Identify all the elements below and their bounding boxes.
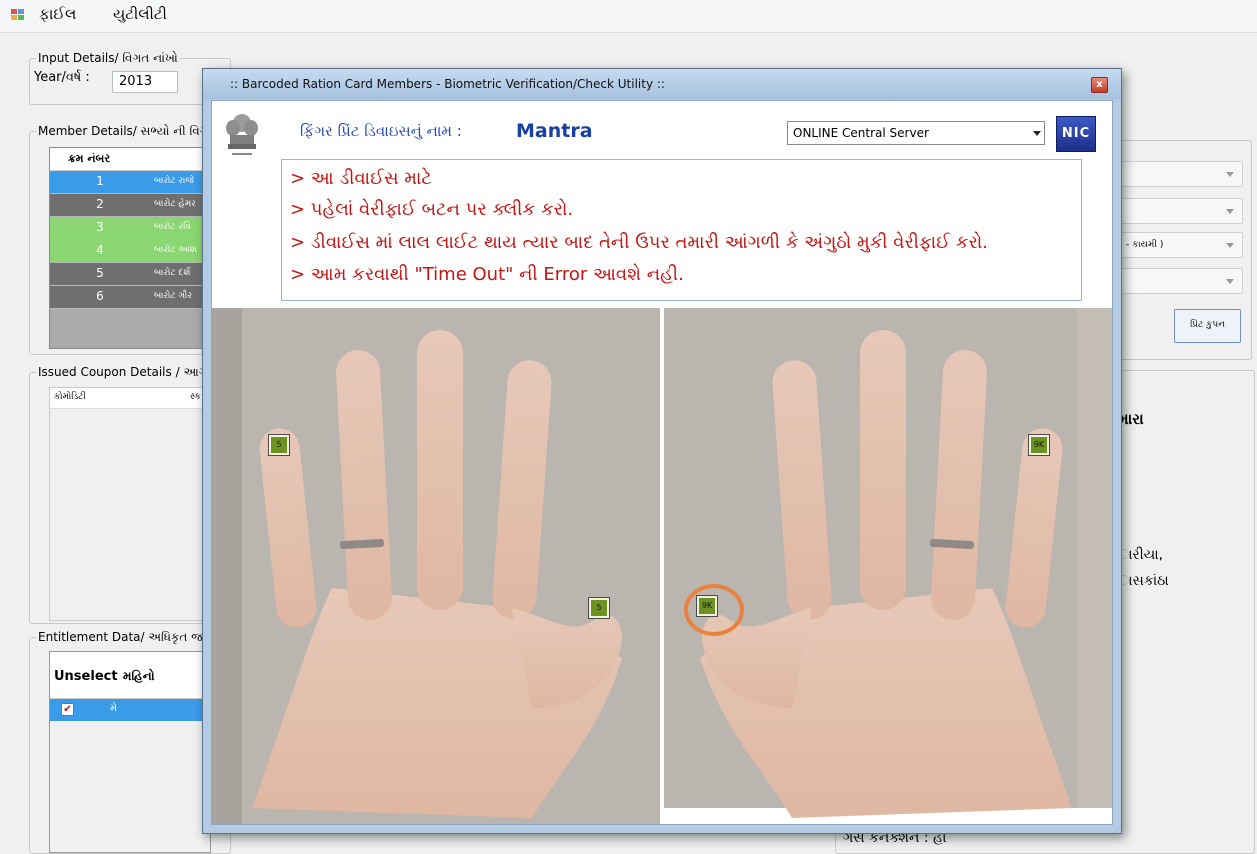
- member-serial: 5: [96, 266, 104, 280]
- serial-column-header[interactable]: ક્રમ નંબર: [68, 152, 110, 166]
- instruction-line-1: > આ ડીવાઈસ માટે: [290, 168, 432, 189]
- coupon-column-header[interactable]: સ્ક: [190, 392, 201, 402]
- unselect-column-header[interactable]: Unselect: [54, 669, 118, 684]
- instruction-line-2: > પહેલાં વેરીફાઈ બટન પર ક્લીક કરો.: [290, 199, 574, 220]
- dialog-title: :: Barcoded Ration Card Members - Biomet…: [230, 77, 665, 91]
- member-grid-header: ક્રમ નંબર: [50, 148, 210, 171]
- entitlement-row[interactable]: ✔ મે: [50, 699, 210, 721]
- hands-image: 5 5 9K 9K: [212, 308, 1112, 824]
- close-icon[interactable]: x: [1091, 77, 1108, 93]
- member-name: બારોટ રવિ: [154, 222, 191, 232]
- member-serial: 4: [96, 243, 104, 257]
- commodity-column-header[interactable]: કોમોડિટી: [54, 392, 86, 402]
- chevron-down-icon: [1226, 209, 1234, 214]
- member-name: બારોટ હેમર: [154, 199, 196, 209]
- filter-combo-3[interactable]: - કાયમી ): [1105, 232, 1243, 258]
- member-name: બારોટ રાજે: [154, 176, 194, 186]
- chevron-down-icon: [1226, 279, 1234, 284]
- device-label: ફિંગર પ્રિંટ ડિવાઇસનું નામ :: [300, 122, 462, 140]
- entitlement-month: મે: [110, 703, 118, 714]
- month-column-header[interactable]: મહિનો: [123, 669, 155, 684]
- filter-combo-2[interactable]: [1105, 198, 1243, 224]
- member-row[interactable]: 5 બારોટ દર્શ: [50, 263, 210, 286]
- entitlement-title: Entitlement Data/ અધિકૃત જથ્થા: [36, 630, 223, 645]
- dialog-client: ફિંગર પ્રિંટ ડિવાઇસનું નામ : Mantra ONLI…: [211, 100, 1113, 825]
- server-select-value: ONLINE Central Server: [793, 126, 929, 140]
- member-serial: 6: [96, 289, 104, 303]
- menu-bar: ફાઈલ યુટીલીટી: [0, 0, 1257, 33]
- year-field[interactable]: 2013: [112, 71, 178, 93]
- instruction-line-3: > ડીવાઈસ માં લાલ લાઈટ થાય ત્યાર બાદ તેની…: [290, 232, 989, 253]
- member-row[interactable]: 2 બારોટ હેમર: [50, 194, 210, 217]
- left-thumb-button[interactable]: 5: [588, 597, 610, 619]
- member-serial: 3: [96, 220, 104, 234]
- left-little-finger-button[interactable]: 5: [268, 434, 290, 456]
- member-row[interactable]: 3 બારોટ રવિ: [50, 217, 210, 240]
- right-little-finger-button[interactable]: 9K: [1028, 434, 1050, 456]
- member-row[interactable]: 1 બારોટ રાજે: [50, 171, 210, 194]
- filter-combo-1[interactable]: [1105, 161, 1243, 187]
- member-rows: 1 બારોટ રાજે 2 બારોટ હેમર 3 બારોટ રવિ 4 બારોટ આ…: [50, 171, 210, 309]
- instructions-box: > આ ડીવાઈસ માટે > પહેલાં વેરીફાઈ બટન પર …: [281, 159, 1082, 301]
- entitlement-grid-header: Unselect મહિનો: [50, 652, 210, 699]
- member-name: બારોટ દર્શ: [154, 268, 191, 278]
- entitlement-grid: Unselect મહિનો ✔ મે: [49, 651, 211, 853]
- input-details-title: Input Details/ વિગત નાંખો: [36, 51, 180, 66]
- menu-file[interactable]: ફાઈલ: [39, 5, 76, 23]
- address-line-1: ારીયા,: [1118, 547, 1164, 563]
- instruction-line-4: > આમ કરવાથી "Time Out" ની Error આવશે નહી…: [290, 264, 684, 285]
- coupon-list: કોમોડિટી સ્ક: [49, 387, 211, 621]
- hands-illustration: [212, 308, 1112, 824]
- chevron-down-icon: [1226, 172, 1234, 177]
- highlight-circle: [684, 584, 744, 636]
- nic-logo: NIC: [1056, 116, 1096, 152]
- member-serial: 2: [96, 197, 104, 211]
- member-name: બારોટ આશ: [154, 245, 197, 255]
- print-coupon-button[interactable]: પ્રિંટ કુપન: [1174, 309, 1241, 343]
- member-details-title: Member Details/ સભ્યો ની વિગત: [36, 124, 219, 139]
- member-row[interactable]: 6 બારોટ ગૌર: [50, 286, 210, 309]
- member-name: બારોટ ગૌર: [154, 291, 192, 301]
- year-label: Year/વર્ષ :: [34, 70, 90, 85]
- issued-coupon-title: Issued Coupon Details / આગા: [36, 365, 213, 380]
- member-serial: 1: [96, 174, 104, 188]
- dialog-titlebar[interactable]: :: Barcoded Ration Card Members - Biomet…: [203, 69, 1121, 99]
- filter-combo-4[interactable]: [1105, 268, 1243, 294]
- member-grid: ક્રમ નંબર 1 બારોટ રાજે 2 બારોટ હેમર 3 બારોટ ર…: [49, 147, 211, 349]
- menu-utility[interactable]: યુટીલીટી: [113, 5, 167, 23]
- coupon-list-header: કોમોડિટી સ્ક: [50, 388, 210, 409]
- biometric-dialog: :: Barcoded Ration Card Members - Biomet…: [202, 68, 1122, 834]
- server-select[interactable]: ONLINE Central Server: [787, 121, 1045, 145]
- chevron-down-icon: [1226, 243, 1234, 248]
- address-line-2: ાસકાંઠા: [1118, 573, 1169, 589]
- chevron-down-icon[interactable]: [1033, 131, 1041, 136]
- member-row[interactable]: 4 બારોટ આશ: [50, 240, 210, 263]
- app-icon[interactable]: [11, 9, 24, 21]
- device-name: Mantra: [516, 120, 593, 142]
- filter-combo-3-value: - કાયમી ): [1126, 240, 1164, 250]
- national-emblem-icon: [226, 114, 258, 155]
- row-checkbox[interactable]: ✔: [61, 703, 74, 716]
- input-details-group: Input Details/ વિગત નાંખો Year/વર્ષ : 20…: [29, 51, 231, 105]
